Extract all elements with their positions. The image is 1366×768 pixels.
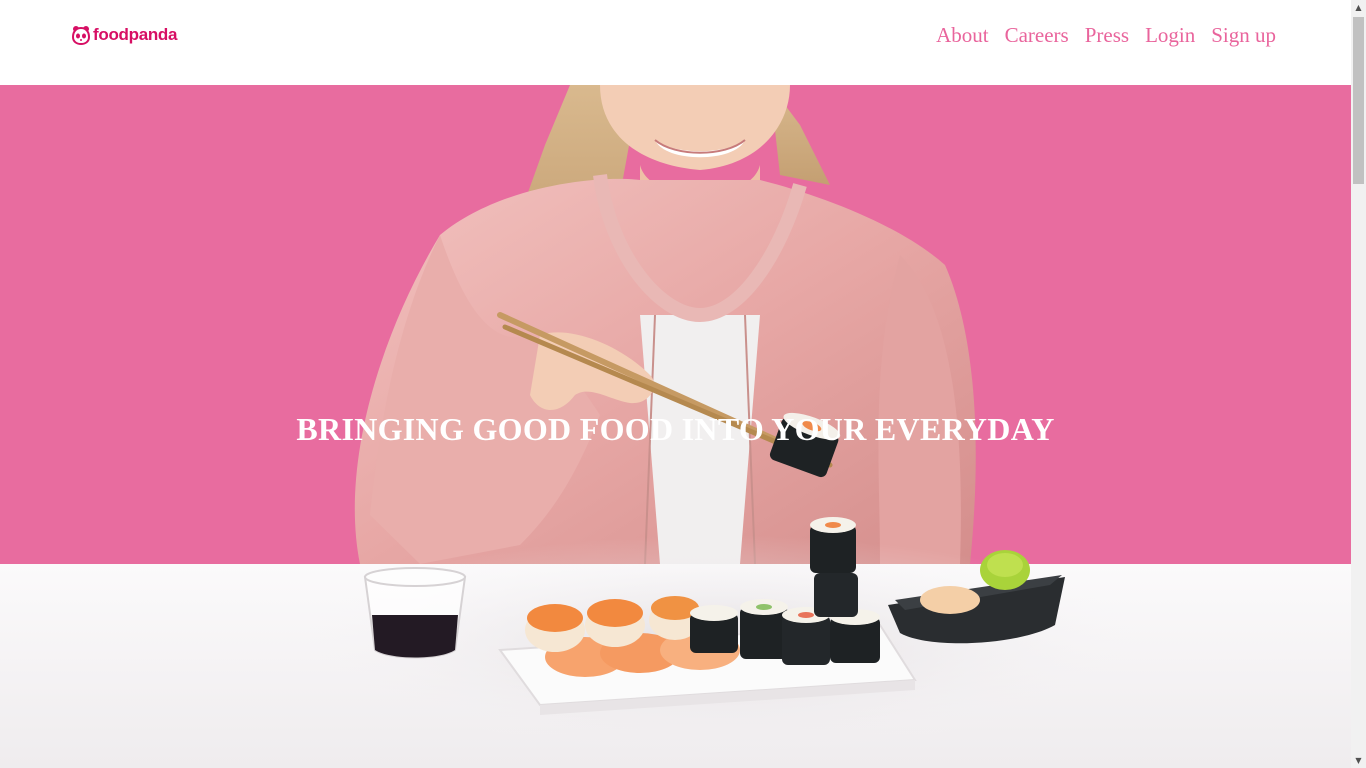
nav-login-link[interactable]: Login xyxy=(1145,22,1195,48)
logo-text: foodpanda xyxy=(93,25,178,44)
foodpanda-logo[interactable]: foodpanda xyxy=(72,22,177,48)
nav-about-link[interactable]: About xyxy=(936,22,989,48)
hero-banner: BRINGING GOOD FOOD INTO YOUR EVERYDAY xyxy=(0,85,1351,768)
main-nav: About Careers Press Login Sign up xyxy=(936,22,1276,48)
nav-signup-link[interactable]: Sign up xyxy=(1211,22,1276,48)
arrow-down-icon[interactable]: ▼ xyxy=(1351,753,1366,768)
nav-careers-link[interactable]: Careers xyxy=(1005,22,1069,48)
arrow-up-icon[interactable]: ▲ xyxy=(1351,0,1366,15)
nav-press-link[interactable]: Press xyxy=(1085,22,1129,48)
page-scrollbar[interactable]: ▲ ▼ xyxy=(1351,0,1366,768)
panda-icon xyxy=(72,26,90,45)
site-header: foodpanda About Careers Press Login Sign… xyxy=(0,0,1351,85)
scrollbar-thumb[interactable] xyxy=(1353,17,1364,184)
hero-headline: BRINGING GOOD FOOD INTO YOUR EVERYDAY xyxy=(296,411,1055,447)
